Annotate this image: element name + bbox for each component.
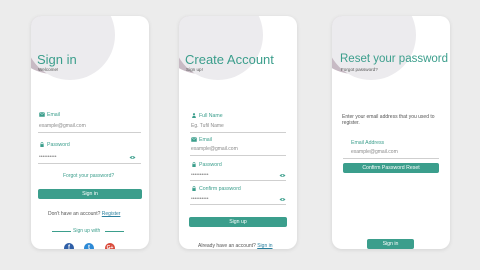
register-prompt: Don't have an account? Register [48,211,121,217]
eye-icon[interactable] [129,155,136,160]
email-field[interactable]: example@gmail.com [39,123,86,129]
signin-prompt: Already have an account? Sign in [198,243,273,249]
full-name-label: Full Name [191,113,223,119]
page-title: Reset your password [340,53,449,65]
signup-button[interactable]: Sign up [189,217,287,227]
page-subtitle: Sign up! [186,67,203,72]
email-address-label: Email Address [351,140,385,146]
signin-button[interactable]: Sign in [367,239,414,249]
reset-instructions: Enter your email address that you used t… [342,114,435,127]
confirm-password-field[interactable]: •••••••••• [191,196,209,202]
lock-icon [192,186,196,191]
sign-up-with-label: Sign up with [73,228,101,234]
twitter-icon[interactable]: t [84,243,94,249]
reset-password-card: Reset your password Forgot password? Ent… [332,16,450,249]
full-name-field[interactable]: Eg. Tufil Name [191,123,224,129]
eye-icon[interactable] [279,173,286,178]
email-label: Email [191,137,212,143]
user-icon [192,113,196,118]
password-label: Password [39,142,70,148]
confirm-reset-button[interactable]: Confirm Password Reset [343,163,439,173]
signin-button[interactable]: Sign in [38,189,142,199]
divider-right [105,231,124,232]
mail-icon [39,112,45,117]
password-underline [190,180,286,181]
mail-icon [191,137,197,142]
signin-link[interactable]: Sign in [257,243,272,249]
forgot-password-link[interactable]: Forgot your password? [63,173,114,179]
eye-icon[interactable] [279,197,286,202]
email-label: Email [39,112,60,118]
password-underline [38,163,141,164]
email-field[interactable]: example@gmail.com [191,146,238,152]
confirm-password-underline [190,204,286,205]
create-account-card: Create Account Sign up! Full Name Eg. Tu… [179,16,297,249]
password-label: Password [191,162,222,168]
email-underline [343,158,439,159]
full-name-underline [190,132,286,133]
page-title: Sign in [37,52,77,67]
lock-icon [192,162,196,167]
email-underline [190,155,286,156]
password-field[interactable]: •••••••••• [191,172,209,178]
register-link[interactable]: Register [102,211,121,217]
page-title: Create Account [185,52,274,67]
email-underline [38,132,141,133]
facebook-icon[interactable]: f [64,243,74,249]
lock-icon [40,142,44,147]
google-plus-icon[interactable]: G+ [105,243,115,249]
divider-left [52,231,71,232]
password-field[interactable]: •••••••••• [39,154,57,160]
page-subtitle: Forgot password? [341,67,378,72]
email-field[interactable]: example@gmail.com [351,149,398,155]
signin-card: Sign in Welcome! Email example@gmail.com… [31,16,149,249]
confirm-password-label: Confirm password [191,186,241,192]
page-subtitle: Welcome! [38,67,59,72]
